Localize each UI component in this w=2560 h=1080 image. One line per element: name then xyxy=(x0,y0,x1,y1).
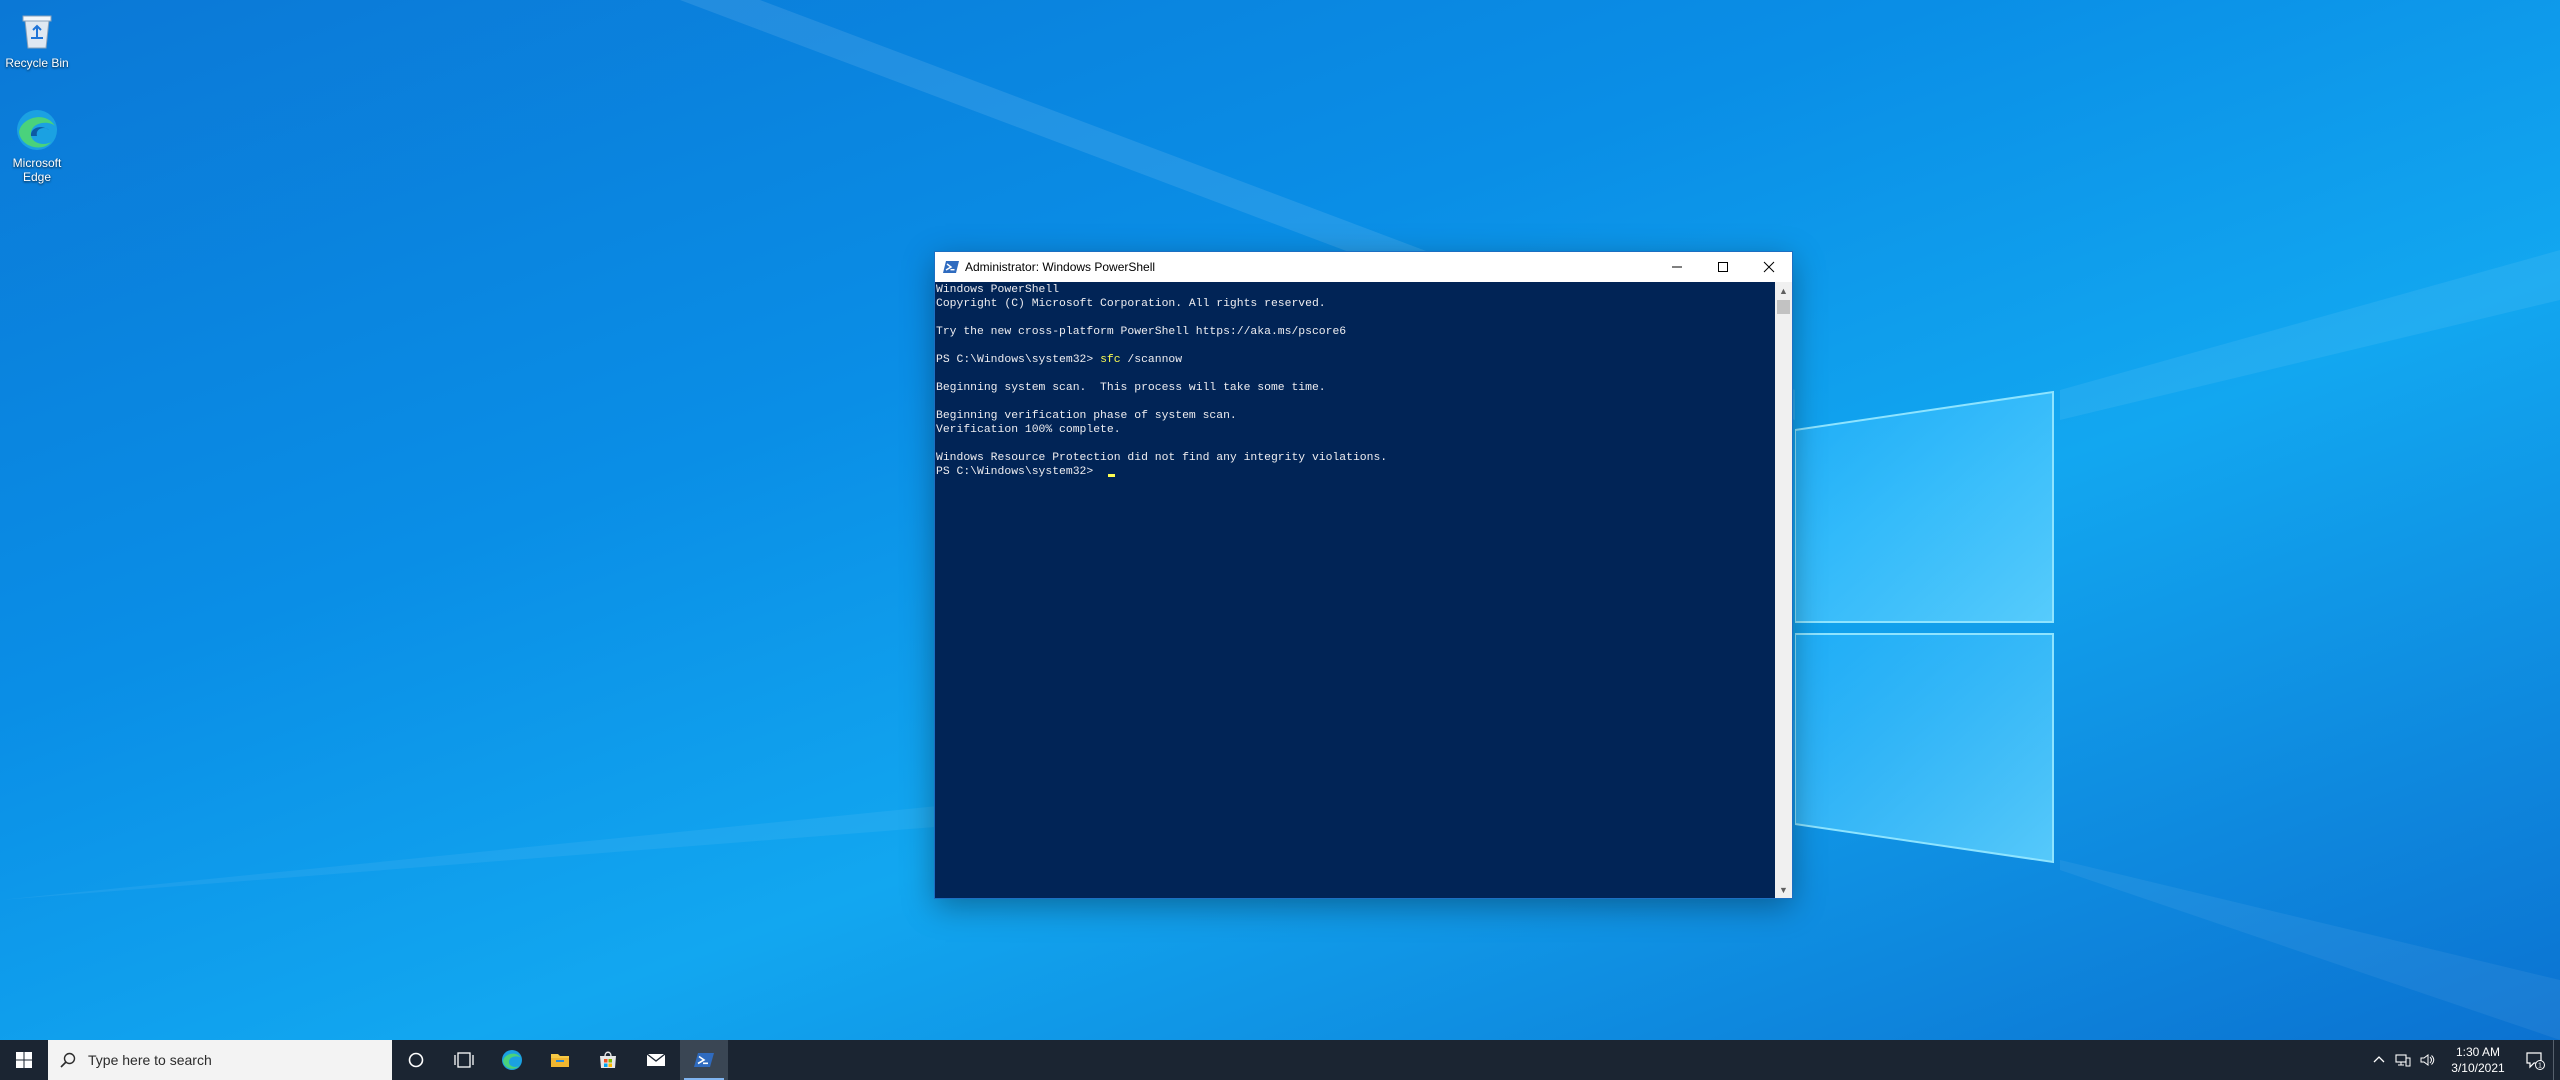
start-button[interactable] xyxy=(0,1040,48,1080)
command-name: sfc xyxy=(1100,354,1121,366)
taskbar-mail[interactable] xyxy=(632,1040,680,1080)
search-icon xyxy=(60,1052,76,1068)
show-hidden-icons-button[interactable] xyxy=(2367,1040,2391,1080)
command-args: /scannow xyxy=(1120,354,1183,366)
show-desktop-button[interactable] xyxy=(2553,1040,2560,1080)
taskbar-powershell[interactable] xyxy=(680,1040,728,1080)
notification-icon: 1 xyxy=(2526,1052,2545,1070)
minimize-button[interactable] xyxy=(1654,252,1700,282)
console-line: Windows Resource Protection did not find… xyxy=(936,452,1388,464)
clock[interactable]: 1:30 AM 3/10/2021 xyxy=(2439,1044,2517,1076)
notification-count: 1 xyxy=(2538,1063,2542,1070)
clock-time: 1:30 AM xyxy=(2455,1045,2501,1059)
maximize-button[interactable] xyxy=(1700,252,1746,282)
powershell-icon xyxy=(943,261,959,273)
edge-icon xyxy=(15,108,59,152)
console-line: Beginning verification phase of system s… xyxy=(936,410,1237,422)
console-line: Copyright (C) Microsoft Corporation. All… xyxy=(936,298,1326,310)
recycle-bin-label: Recycle Bin xyxy=(5,56,69,70)
clock-date: 3/10/2021 xyxy=(2451,1061,2505,1075)
prompt: PS C:\Windows\system32> xyxy=(936,354,1101,366)
cortana-button[interactable] xyxy=(392,1040,440,1080)
console-prompt-line[interactable]: PS C:\Windows\system32> xyxy=(936,465,1775,479)
console-line: Windows PowerShell xyxy=(936,284,1060,296)
search-input[interactable]: Type here to search xyxy=(48,1040,392,1080)
system-tray: 1:30 AM 3/10/2021 1 xyxy=(2367,1040,2560,1080)
taskbar-store[interactable] xyxy=(584,1040,632,1080)
console-line: Verification 100% complete. xyxy=(936,424,1121,436)
store-icon xyxy=(600,1051,616,1068)
taskbar: Type here to search 1:30 AM 3/10/2021 1 xyxy=(0,1040,2560,1080)
cortana-icon xyxy=(408,1052,424,1068)
edge-icon xyxy=(502,1050,522,1070)
network-icon xyxy=(2395,1054,2411,1067)
search-placeholder: Type here to search xyxy=(88,1052,212,1068)
speaker-icon xyxy=(2420,1054,2435,1066)
console-line: Try the new cross-platform PowerShell ht… xyxy=(936,326,1347,338)
scroll-down-arrow-icon[interactable]: ▼ xyxy=(1775,881,1792,898)
taskbar-edge[interactable] xyxy=(488,1040,536,1080)
chevron-up-icon xyxy=(2373,1056,2385,1063)
action-center-button[interactable]: 1 xyxy=(2517,1040,2553,1080)
close-icon xyxy=(1763,261,1775,273)
file-explorer-icon xyxy=(551,1054,569,1067)
edge-label: Microsoft Edge xyxy=(12,156,62,184)
console-output[interactable]: Windows PowerShell Copyright (C) Microso… xyxy=(935,282,1775,898)
network-button[interactable] xyxy=(2391,1040,2415,1080)
mail-icon xyxy=(646,1053,666,1066)
scroll-up-arrow-icon[interactable]: ▲ xyxy=(1775,282,1792,299)
start-icon xyxy=(16,1052,32,1068)
vertical-scrollbar[interactable]: ▲ ▼ xyxy=(1775,282,1792,898)
console-line: Beginning system scan. This process will… xyxy=(936,382,1326,394)
maximize-icon xyxy=(1718,262,1728,272)
desktop-icon-edge[interactable]: Microsoft Edge xyxy=(0,108,75,184)
task-view-button[interactable] xyxy=(440,1040,488,1080)
scroll-thumb[interactable] xyxy=(1777,300,1790,314)
text-cursor xyxy=(1108,474,1116,477)
title-bar[interactable]: Administrator: Windows PowerShell xyxy=(935,252,1792,282)
taskbar-file-explorer[interactable] xyxy=(536,1040,584,1080)
powershell-window[interactable]: Administrator: Windows PowerShell Window… xyxy=(935,252,1792,898)
recycle-bin-icon xyxy=(15,8,59,52)
minimize-icon xyxy=(1672,266,1682,268)
task-view-icon xyxy=(454,1052,474,1068)
close-button[interactable] xyxy=(1746,252,1792,282)
volume-button[interactable] xyxy=(2415,1040,2439,1080)
prompt: PS C:\Windows\system32> xyxy=(936,466,1101,478)
desktop-icon-recycle-bin[interactable]: Recycle Bin xyxy=(0,8,75,70)
window-title: Administrator: Windows PowerShell xyxy=(965,260,1156,274)
console-command-line: PS C:\Windows\system32> sfc /scannow xyxy=(936,353,1775,367)
powershell-icon xyxy=(694,1053,714,1067)
windows-logo-wallpaper xyxy=(1794,390,2055,870)
